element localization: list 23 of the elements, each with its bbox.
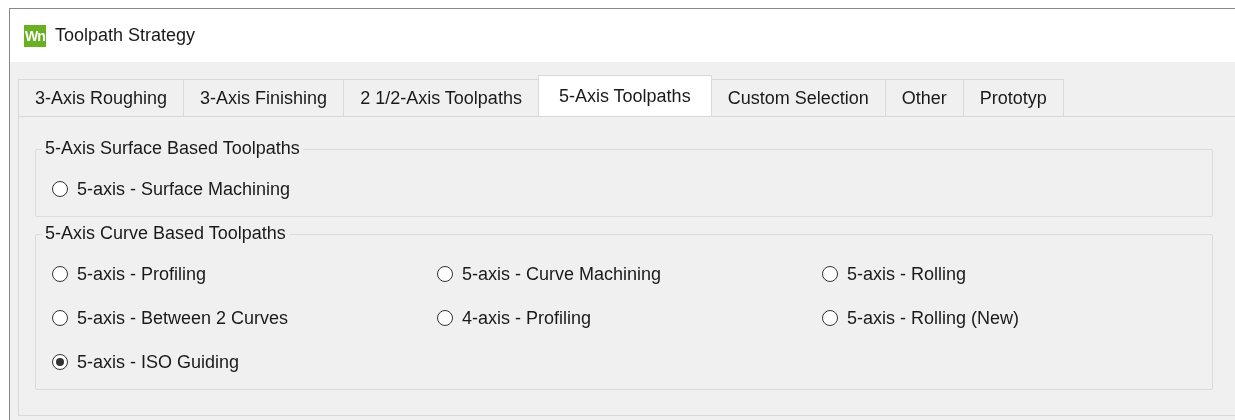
radio-button[interactable] <box>437 266 453 282</box>
radio-button[interactable] <box>822 266 838 282</box>
radio-button[interactable] <box>822 310 838 326</box>
radio-label[interactable]: 5-axis - Curve Machining <box>462 263 662 285</box>
tab[interactable]: 3-Axis Roughing <box>18 79 185 116</box>
radio-button[interactable] <box>52 181 68 197</box>
window-title: Toolpath Strategy <box>55 25 196 46</box>
radio-button[interactable] <box>52 310 68 326</box>
radio-button[interactable] <box>437 310 453 326</box>
radio-label[interactable]: 5-axis - Surface Machining <box>77 178 291 200</box>
radio-label[interactable]: 5-axis - Profiling <box>77 263 207 285</box>
radio-label[interactable]: 5-axis - Between 2 Curves <box>77 307 289 329</box>
radio-button[interactable] <box>52 266 68 282</box>
app-logo-icon: Wn <box>24 24 46 47</box>
tab[interactable]: Prototyp <box>962 79 1064 116</box>
radio-label[interactable]: 5-axis - Rolling <box>847 263 967 285</box>
group-title: 5-Axis Curve Based Toolpaths <box>42 223 289 244</box>
radio-label[interactable]: 5-axis - Rolling (New) <box>847 307 1020 329</box>
tab[interactable]: 5-Axis Toolpaths <box>537 75 712 116</box>
radio-label[interactable]: 5-axis - ISO Guiding <box>77 351 240 373</box>
group-title: 5-Axis Surface Based Toolpaths <box>42 138 303 159</box>
radio-label[interactable]: 4-axis - Profiling <box>462 307 592 329</box>
radio-button[interactable] <box>52 354 68 370</box>
